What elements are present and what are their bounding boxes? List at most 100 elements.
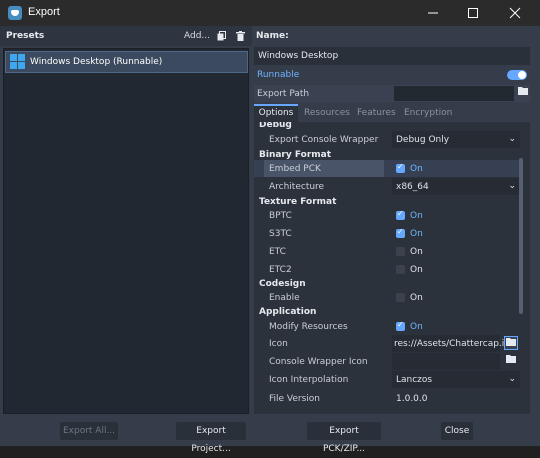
checkbox-checked-icon (396, 209, 405, 220)
checkbox-label: On (410, 322, 423, 332)
s3tc-checkbox[interactable]: On (392, 225, 520, 242)
delete-icon[interactable] (236, 31, 245, 41)
folder-icon[interactable] (504, 354, 518, 368)
option-label: Modify Resources (269, 322, 348, 332)
windows-logo-icon (10, 54, 26, 70)
option-label: Icon Interpolation (269, 375, 349, 385)
runnable-label: Runnable (257, 70, 300, 80)
option-bptc: BPTC On (254, 207, 520, 224)
option-codesign-enable: Enable On (254, 289, 520, 306)
option-icon: Icon res://Assets/Chattercap.ic (254, 335, 520, 352)
icon-interpolation-dropdown[interactable]: Lanczos ⌄ (392, 371, 520, 388)
preset-item-label: Windows Desktop (Runnable) (30, 57, 163, 67)
runnable-toggle[interactable] (507, 70, 527, 80)
option-label: BPTC (269, 211, 292, 221)
close-button[interactable]: Close (441, 422, 473, 440)
file-version-input[interactable]: 1.0.0.0 (392, 390, 520, 407)
icon-path-value: res://Assets/Chattercap.ic (394, 339, 510, 349)
option-console-wrapper-icon: Console Wrapper Icon (254, 353, 520, 370)
option-etc2: ETC2 On (254, 261, 520, 278)
export-pck-zip-button[interactable]: Export PCK/ZIP... (307, 422, 381, 454)
option-label: ETC (269, 247, 286, 257)
export-all-button[interactable]: Export All... (60, 422, 118, 440)
presets-header: Presets Add... (0, 26, 252, 46)
checkbox-label: On (410, 229, 423, 239)
checkbox-checked-icon (396, 162, 405, 173)
checkbox-label: On (410, 265, 423, 275)
section-application: Application (259, 307, 317, 317)
preset-name-field[interactable]: Windows Desktop (254, 47, 530, 65)
etc2-checkbox[interactable]: On (392, 261, 520, 278)
folder-icon[interactable] (516, 86, 530, 100)
option-label: Architecture (269, 182, 325, 192)
dialog-footer: Export All... Export Project... Export P… (0, 418, 540, 454)
title-bar: Export (0, 0, 540, 26)
presets-label: Presets (6, 31, 45, 41)
checkbox-label: On (410, 247, 423, 257)
wrapper-icon-input[interactable] (392, 353, 500, 370)
icon-path-input[interactable]: res://Assets/Chattercap.ic (392, 335, 509, 352)
option-etc: ETC On (254, 243, 520, 260)
export-path-label: Export Path (257, 89, 310, 99)
dropdown-value: x86_64 (396, 182, 429, 192)
option-label: S3TC (269, 229, 292, 239)
option-label: Console Wrapper Icon (269, 357, 368, 367)
architecture-dropdown[interactable]: x86_64 ⌄ (392, 178, 520, 195)
godot-app-icon (8, 6, 22, 20)
tab-encryption[interactable]: Encryption (404, 104, 452, 122)
modify-resources-checkbox[interactable]: On (392, 318, 520, 335)
option-label: Export Console Wrapper (269, 135, 379, 145)
checkbox-unchecked-icon (396, 265, 405, 274)
checkbox-unchecked-icon (396, 247, 405, 256)
option-embed-pck: Embed PCK On (254, 160, 520, 177)
option-export-console-wrapper: Export Console Wrapper Debug Only ⌄ (254, 131, 520, 148)
option-label: File Version (269, 394, 321, 404)
option-file-version: File Version 1.0.0.0 (254, 390, 520, 407)
export-path-row: Export Path (254, 85, 530, 102)
chevron-down-icon: ⌄ (508, 374, 516, 384)
checkbox-checked-icon (396, 227, 405, 238)
console-wrapper-dropdown[interactable]: Debug Only ⌄ (392, 131, 520, 148)
section-codesign: Codesign (259, 279, 306, 289)
option-architecture: Architecture x86_64 ⌄ (254, 178, 520, 195)
dropdown-value: Lanczos (396, 375, 433, 385)
dropdown-value: Debug Only (396, 135, 450, 145)
option-s3tc: S3TC On (254, 225, 520, 242)
etc-checkbox[interactable]: On (392, 243, 520, 260)
presets-list: Windows Desktop (Runnable) (3, 48, 249, 414)
file-version-value: 1.0.0.0 (396, 394, 428, 404)
codesign-enable-checkbox[interactable]: On (392, 289, 520, 306)
add-preset-button[interactable]: Add... (184, 31, 210, 41)
section-texture-format: Texture Format (259, 197, 337, 207)
checkbox-label: On (410, 211, 423, 221)
duplicate-icon[interactable] (217, 31, 226, 41)
name-label: Name: (256, 31, 289, 41)
checkbox-unchecked-icon (396, 293, 405, 302)
export-project-button[interactable]: Export Project... (176, 422, 246, 454)
export-path-input[interactable] (394, 86, 514, 101)
preset-item-windows[interactable]: Windows Desktop (Runnable) (5, 51, 248, 73)
options-panel: Debug Export Console Wrapper Debug Only … (254, 122, 530, 414)
option-modify-resources: Modify Resources On (254, 318, 520, 335)
embed-pck-checkbox[interactable]: On (392, 160, 520, 177)
tab-resources[interactable]: Resources (304, 104, 350, 122)
checkbox-label: On (410, 293, 423, 303)
export-dialog: Export Presets Add... Windows Desktop (R… (0, 0, 540, 454)
close-icon[interactable] (492, 0, 538, 26)
export-tabs: Options Resources Features Encryption (254, 104, 530, 122)
preset-name-value: Windows Desktop (258, 51, 339, 61)
folder-icon[interactable] (504, 336, 518, 350)
window-title: Export (28, 6, 60, 18)
checkbox-label: On (410, 164, 423, 174)
maximize-icon[interactable] (450, 0, 496, 26)
bptc-checkbox[interactable]: On (392, 207, 520, 224)
option-label: Icon (269, 339, 288, 349)
section-binary-format: Binary Format (259, 150, 332, 160)
tab-options[interactable]: Options (254, 104, 298, 122)
chevron-down-icon: ⌄ (508, 134, 516, 144)
option-label: ETC2 (269, 265, 292, 275)
options-scrollbar[interactable] (519, 158, 523, 314)
section-debug: Debug (259, 122, 292, 130)
tab-features[interactable]: Features (357, 104, 396, 122)
chevron-down-icon: ⌄ (508, 181, 516, 191)
